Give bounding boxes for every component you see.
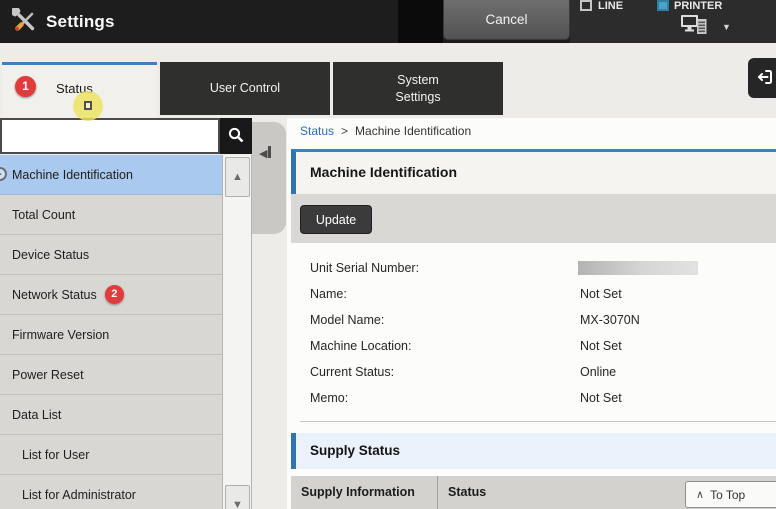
field-name: Name: Not Set (287, 283, 776, 309)
update-button[interactable]: Update (300, 205, 372, 234)
click-indicator (73, 91, 103, 121)
settings-tools-icon (12, 8, 38, 34)
field-current-status: Current Status: Online (287, 361, 776, 387)
line-indicator (580, 0, 592, 11)
sidebar-item-power-reset[interactable]: Power Reset (0, 355, 222, 395)
settings-screen: Settings Cancel LINE PRINTER (0, 0, 776, 509)
sidebar-scrollbar[interactable]: ▲ ▼ (222, 155, 252, 509)
status-step-badge: 1 (15, 76, 36, 97)
collapse-arrow-icon: ◀ (259, 146, 271, 160)
click-indicator-cursor (84, 101, 92, 110)
breadcrumb: Status > Machine Identification (300, 124, 471, 138)
sidebar-item-label: Device Status (12, 248, 89, 262)
search-icon (227, 126, 245, 147)
scroll-up-button[interactable]: ▲ (225, 157, 250, 197)
sidebar-item-network-status[interactable]: Network Status 2 (0, 275, 222, 315)
sidebar-item-label: Total Count (12, 208, 75, 222)
top-bar: Settings Cancel LINE PRINTER (0, 0, 776, 43)
chevron-up-icon: ∧ (696, 488, 704, 501)
field-machine-location: Machine Location: Not Set (287, 335, 776, 361)
sidebar-item-label: Power Reset (12, 368, 84, 382)
sidebar: ◀ ▸ Machine Identification Total Count D… (0, 118, 286, 509)
sidebar-item-data-list[interactable]: Data List (0, 395, 222, 435)
sidebar-item-label: List for User (22, 448, 89, 462)
supply-status-title: Supply Status (296, 433, 776, 469)
printer-indicator (657, 0, 669, 11)
sidebar-item-total-count[interactable]: Total Count (0, 195, 222, 235)
to-top-label: To Top (710, 488, 745, 502)
sidebar-item-device-status[interactable]: Device Status (0, 235, 222, 275)
machine-identification-fields: Unit Serial Number: Name: Not Set Model … (287, 257, 776, 413)
search-button[interactable] (220, 118, 252, 154)
page-title: Settings (46, 0, 115, 43)
printer-label: PRINTER (674, 0, 722, 12)
field-model-name: Model Name: MX-3070N (287, 309, 776, 335)
column-supply-information: Supply Information (291, 476, 437, 509)
admin-login-button[interactable]: A (748, 58, 776, 98)
search-input[interactable] (0, 118, 220, 154)
network-status-step-badge: 2 (105, 285, 124, 304)
breadcrumb-separator: > (341, 124, 348, 138)
machine-identification-section-header: Machine Identification (291, 149, 776, 194)
field-memo: Memo: Not Set (287, 387, 776, 413)
breadcrumb-current: Machine Identification (355, 124, 471, 138)
current-item-icon: ▸ (0, 167, 7, 181)
login-icon (756, 68, 774, 89)
tab-user-control-label: User Control (203, 80, 287, 97)
sidebar-item-label: Data List (12, 408, 61, 422)
tab-user-control[interactable]: User Control (160, 62, 330, 115)
redacted-serial-value (578, 261, 698, 275)
supply-status-section-header: Supply Status (291, 433, 776, 469)
device-status-area: LINE PRINTER ▼ (570, 0, 776, 43)
sidebar-item-machine-identification[interactable]: ▸ Machine Identification (0, 155, 222, 195)
section-divider (300, 421, 776, 422)
sidebar-collapse-handle[interactable]: ◀ (252, 122, 286, 234)
sidebar-item-list-for-administrator[interactable]: List for Administrator (0, 475, 222, 509)
status-dropdown-icon[interactable]: ▼ (722, 22, 731, 32)
field-unit-serial-number: Unit Serial Number: (287, 257, 776, 283)
to-top-button[interactable]: ∧ To Top (685, 481, 776, 508)
sidebar-item-label: List for Administrator (22, 488, 136, 502)
tab-bar: 1 Status User Control System Settings A (0, 43, 776, 118)
sidebar-menu: ▸ Machine Identification Total Count Dev… (0, 155, 222, 509)
main-content: Status > Machine Identification Machine Id… (287, 118, 776, 509)
tab-system-settings[interactable]: System Settings (333, 62, 503, 115)
cancel-button[interactable]: Cancel (443, 0, 570, 40)
scroll-down-button[interactable]: ▼ (225, 485, 250, 509)
sidebar-item-firmware-version[interactable]: Firmware Version (0, 315, 222, 355)
sidebar-item-label: Network Status (12, 288, 97, 302)
topbar-divider (398, 0, 443, 43)
sidebar-item-list-for-user[interactable]: List for User (0, 435, 222, 475)
printer-status-icon[interactable] (680, 13, 710, 42)
line-label: LINE (598, 0, 623, 12)
sidebar-item-label: Machine Identification (12, 168, 133, 182)
tab-status[interactable]: 1 Status (2, 62, 157, 118)
sidebar-item-label: Firmware Version (12, 328, 109, 342)
tab-system-settings-label: System Settings (376, 72, 460, 106)
breadcrumb-status-link[interactable]: Status (300, 124, 334, 138)
section-title: Machine Identification (296, 152, 776, 192)
